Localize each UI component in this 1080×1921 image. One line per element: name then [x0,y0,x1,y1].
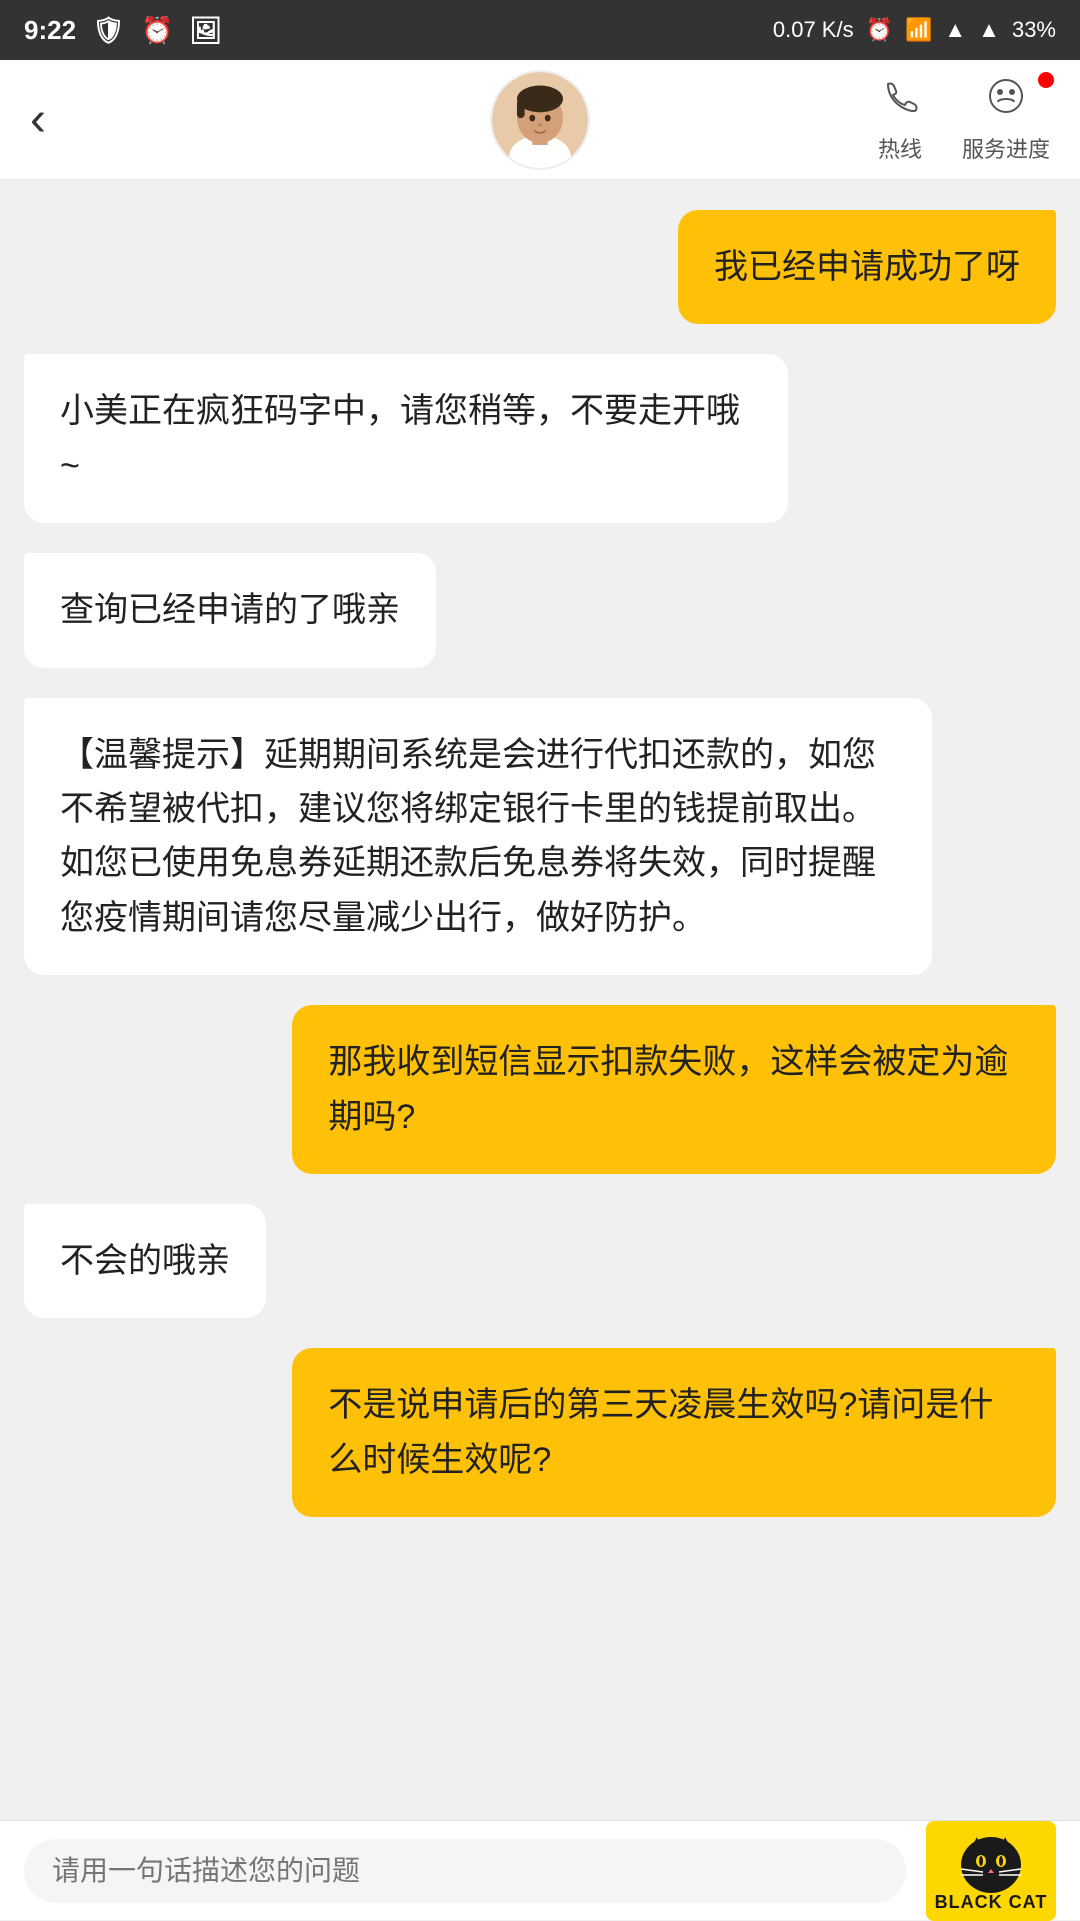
alarm2-icon: ⏰ [866,17,893,43]
message-bubble-sent: 那我收到短信显示扣款失败，这样会被定为逾期吗? [292,1005,1056,1174]
message-text: 那我收到短信显示扣款失败，这样会被定为逾期吗? [328,1043,1008,1135]
service-progress-label: 服务进度 [962,132,1050,164]
message-input[interactable] [24,1839,906,1903]
message-text: 小美正在疯狂码字中，请您稍等，不要走开哦~ [60,392,740,484]
network-speed: 0.07 K/s [773,17,854,43]
message-bubble-received: 【温馨提示】延期期间系统是会进行代扣还款的，如您不希望被代扣，建议您将绑定银行卡… [24,698,932,976]
message-bubble-received: 查询已经申请的了哦亲 [24,553,436,667]
message-row: 不会的哦亲 [24,1204,1056,1318]
input-bar: BLACK CAT [0,1820,1080,1920]
blackcat-logo[interactable]: BLACK CAT [926,1821,1056,1921]
phone-icon [880,76,920,126]
header-actions: 热线 服务进度 [878,76,1050,164]
sim-icon: 📶 [905,17,932,43]
hotline-button[interactable]: 热线 [878,76,922,164]
blackcat-icon [955,1829,1027,1897]
image-icon: 🖼 [189,15,222,46]
message-row: 【温馨提示】延期期间系统是会进行代扣还款的，如您不希望被代扣，建议您将绑定银行卡… [24,698,1056,976]
hotline-label: 热线 [878,132,922,164]
status-bar: 9:22 🛡 ⏰ 🖼 0.07 K/s ⏰ 📶 ▲ ▲ 33% [0,0,1080,60]
notification-badge [1038,72,1054,88]
chat-area: 我已经申请成功了呀 小美正在疯狂码字中，请您稍等，不要走开哦~ 查询已经申请的了… [0,180,1080,1820]
message-bubble-received: 不会的哦亲 [24,1204,266,1318]
message-text: 查询已经申请的了哦亲 [60,591,400,629]
message-row: 小美正在疯狂码字中，请您稍等，不要走开哦~ [24,354,1056,523]
message-text: 【温馨提示】延期期间系统是会进行代扣还款的，如您不希望被代扣，建议您将绑定银行卡… [60,736,876,937]
wifi-icon: ▲ [944,17,966,43]
message-row: 查询已经申请的了哦亲 [24,553,1056,667]
message-row: 那我收到短信显示扣款失败，这样会被定为逾期吗? [24,1005,1056,1174]
shield-icon: 🛡 [92,15,125,46]
message-row: 我已经申请成功了呀 [24,210,1056,324]
header: ‹ 热线 [0,60,1080,180]
alarm-icon: ⏰ [141,15,173,46]
message-text: 不是说申请后的第三天凌晨生效吗?请问是什么时候生效呢? [328,1386,993,1478]
signal-icon: ▲ [978,17,1000,43]
message-bubble-sent: 我已经申请成功了呀 [678,210,1056,324]
agent-avatar [490,70,590,170]
back-button[interactable]: ‹ [30,96,46,144]
message-text: 我已经申请成功了呀 [714,248,1020,286]
message-text: 不会的哦亲 [60,1242,230,1280]
status-left: 9:22 🛡 ⏰ 🖼 [24,15,222,46]
message-row: 不是说申请后的第三天凌晨生效吗?请问是什么时候生效呢? [24,1348,1056,1517]
status-time: 9:22 [24,15,76,46]
service-progress-button[interactable]: 服务进度 [962,76,1050,164]
message-bubble-sent: 不是说申请后的第三天凌晨生效吗?请问是什么时候生效呢? [292,1348,1056,1517]
battery: 33% [1012,17,1056,43]
status-right: 0.07 K/s ⏰ 📶 ▲ ▲ 33% [773,17,1056,43]
message-bubble-received: 小美正在疯狂码字中，请您稍等，不要走开哦~ [24,354,788,523]
service-icon [986,76,1026,126]
agent-avatar-wrap [490,70,590,170]
